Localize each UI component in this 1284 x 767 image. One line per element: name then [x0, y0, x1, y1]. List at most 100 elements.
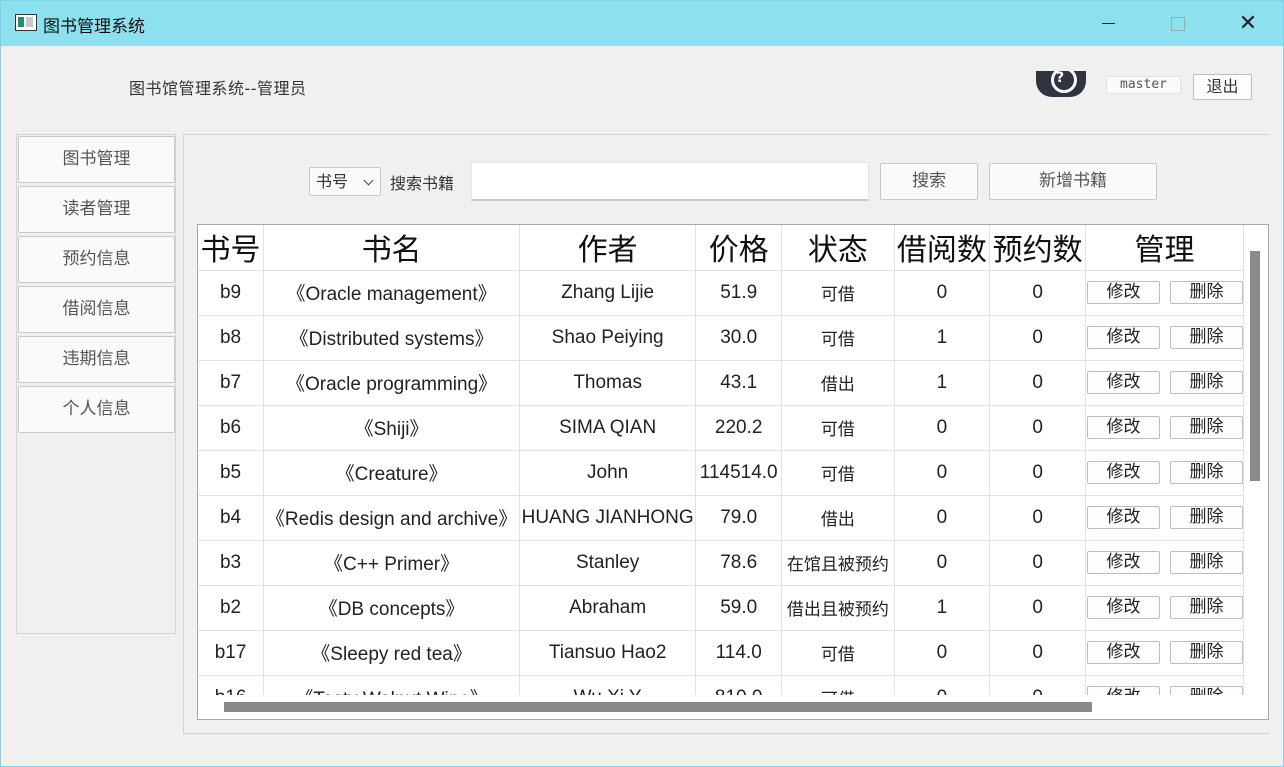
table-cell-actions: 修改删除: [1085, 495, 1244, 541]
edit-button[interactable]: 修改: [1086, 686, 1160, 695]
table-row[interactable]: b4 《Redis design and archive》 HUANG JIANHO…: [198, 495, 1244, 541]
table-cell: Abraham: [519, 585, 697, 631]
search-label: 搜索书籍: [390, 174, 455, 193]
table-cell: 43.1: [695, 360, 783, 406]
table-cell: 《C++ Primer》: [263, 540, 521, 586]
sidebar-item-borrowings[interactable]: 借阅信息: [18, 286, 175, 333]
edit-button[interactable]: 修改: [1086, 371, 1160, 394]
minimize-button[interactable]: [1073, 1, 1143, 46]
table-cell: 0: [989, 495, 1086, 541]
table-cell: 0: [894, 405, 991, 451]
table-cell: 可借: [781, 675, 895, 695]
table-cell: 《DB concepts》: [263, 585, 521, 631]
delete-button[interactable]: 删除: [1169, 596, 1243, 619]
edit-button[interactable]: 修改: [1086, 461, 1160, 484]
table-cell: b3: [198, 540, 265, 586]
table-row[interactable]: b7 《Oracle programming》 Thomas 43.1 借出 1 0 修改 删除: [198, 360, 1244, 406]
edit-button[interactable]: 修改: [1086, 641, 1160, 664]
table-row[interactable]: b16《Tasty Walnut Wine》Wu Xi Y810.0可借00修改…: [198, 675, 1244, 695]
chevron-down-icon: [363, 175, 374, 186]
column-header[interactable]: 管理: [1085, 225, 1244, 271]
table-row[interactable]: b3 《C++ Primer》 Stanley 78.6 在馆且被预约 0 0 修改 删除: [198, 540, 1244, 586]
table-cell: SIMA QIAN: [519, 405, 697, 451]
column-header[interactable]: 借阅数: [894, 225, 991, 271]
vertical-scroll-thumb[interactable]: [1250, 251, 1260, 481]
column-header[interactable]: 书名: [263, 225, 521, 271]
column-header[interactable]: 作者: [519, 225, 697, 271]
username-label: master: [1106, 76, 1181, 94]
table-cell-actions: 修改删除: [1085, 270, 1244, 316]
table-row[interactable]: b5 《Creature》 John 114514.0 可借 0 0 修改 删除: [198, 450, 1244, 496]
add-book-button[interactable]: 新增书籍: [989, 163, 1157, 200]
delete-button[interactable]: 删除: [1169, 326, 1243, 349]
table-viewport: 书号 书名 作者 价格 状态 借阅数 预约数 管理 b9 《Oracle mana…: [198, 225, 1244, 695]
table-row[interactable]: b17 《Sleepy red tea》 Tiansuo Hao2 114.0 可借 0 0…: [198, 630, 1244, 676]
title-bar[interactable]: 图书管理系统 ✕: [1, 1, 1283, 46]
delete-button[interactable]: 删除: [1169, 686, 1243, 695]
delete-button[interactable]: 删除: [1169, 551, 1243, 574]
table-cell: 借出: [781, 360, 895, 406]
delete-button[interactable]: 删除: [1169, 506, 1243, 529]
horizontal-scroll-thumb[interactable]: [224, 702, 1092, 712]
maximize-button[interactable]: [1143, 1, 1213, 46]
search-input[interactable]: [471, 162, 869, 201]
table-cell: 《Oracle management》: [263, 270, 521, 316]
search-button[interactable]: 搜索: [880, 163, 978, 200]
table-cell: Wu Xi Y: [519, 675, 697, 695]
column-header[interactable]: 预约数: [989, 225, 1086, 271]
table-cell: 0: [989, 405, 1086, 451]
sidebar: 图书管理 读者管理 预约信息 借阅信息 违期信息 个人信息: [16, 134, 176, 634]
table-cell: Shao Peiying: [519, 315, 697, 361]
table-cell: Thomas: [519, 360, 697, 406]
table-row[interactable]: b6 《Shiji》 SIMA QIAN 220.2 可借 0 0 修改 删除: [198, 405, 1244, 451]
table-cell: HUANG JIANHONG: [519, 495, 697, 541]
edit-button[interactable]: 修改: [1086, 281, 1160, 304]
table-row[interactable]: b2 《DB concepts》 Abraham 59.0 借出且被预约 1 0 修改 删除: [198, 585, 1244, 631]
sidebar-item-reservations[interactable]: 预约信息: [18, 236, 175, 283]
horizontal-scrollbar[interactable]: [198, 695, 1268, 719]
sidebar-item-profile[interactable]: 个人信息: [18, 386, 175, 433]
table-cell: 可借: [781, 630, 895, 676]
table-cell-actions: 修改删除: [1085, 450, 1244, 496]
edit-button[interactable]: 修改: [1086, 326, 1160, 349]
table-cell: 《Distributed systems》: [263, 315, 521, 361]
close-button[interactable]: ✕: [1213, 1, 1283, 46]
table-cell: 0: [989, 585, 1086, 631]
sidebar-item-book-management[interactable]: 图书管理: [18, 136, 175, 183]
table-cell: 0: [989, 675, 1086, 695]
sidebar-item-reader-management[interactable]: 读者管理: [18, 186, 175, 233]
column-header[interactable]: 价格: [695, 225, 783, 271]
table-cell: 0: [894, 675, 991, 695]
column-header[interactable]: 书号: [198, 225, 265, 271]
edit-button[interactable]: 修改: [1086, 551, 1160, 574]
delete-button[interactable]: 删除: [1169, 461, 1243, 484]
table-row[interactable]: b9 《Oracle management》 Zhang Lijie 51.9 可借 0 0…: [198, 270, 1244, 316]
table-cell: Zhang Lijie: [519, 270, 697, 316]
vertical-scrollbar[interactable]: [1244, 225, 1268, 695]
sidebar-item-overdue[interactable]: 违期信息: [18, 336, 175, 383]
table-cell: b2: [198, 585, 265, 631]
column-header[interactable]: 状态: [781, 225, 895, 271]
edit-button[interactable]: 修改: [1086, 596, 1160, 619]
table-cell: 78.6: [695, 540, 783, 586]
table-cell: 0: [989, 315, 1086, 361]
table-cell: 0: [989, 360, 1086, 406]
table-cell-actions: 修改删除: [1085, 675, 1244, 695]
table-cell: 《Creature》: [263, 450, 521, 496]
table-cell: 《Sleepy red tea》: [263, 630, 521, 676]
edit-button[interactable]: 修改: [1086, 506, 1160, 529]
table-cell: 220.2: [695, 405, 783, 451]
logout-button[interactable]: 退出: [1193, 74, 1252, 100]
table-cell: Tiansuo Hao2: [519, 630, 697, 676]
table-cell: 79.0: [695, 495, 783, 541]
help-icon[interactable]: ?: [1036, 71, 1086, 97]
table-cell: 《Tasty Walnut Wine》: [263, 675, 521, 695]
delete-button[interactable]: 删除: [1169, 641, 1243, 664]
edit-button[interactable]: 修改: [1086, 416, 1160, 439]
search-field-select[interactable]: 书号: [309, 167, 381, 196]
delete-button[interactable]: 删除: [1169, 371, 1243, 394]
table-cell-actions: 修改删除: [1085, 540, 1244, 586]
delete-button[interactable]: 删除: [1169, 416, 1243, 439]
delete-button[interactable]: 删除: [1169, 281, 1243, 304]
table-row[interactable]: b8 《Distributed systems》 Shao Peiying 30.0 可…: [198, 315, 1244, 361]
